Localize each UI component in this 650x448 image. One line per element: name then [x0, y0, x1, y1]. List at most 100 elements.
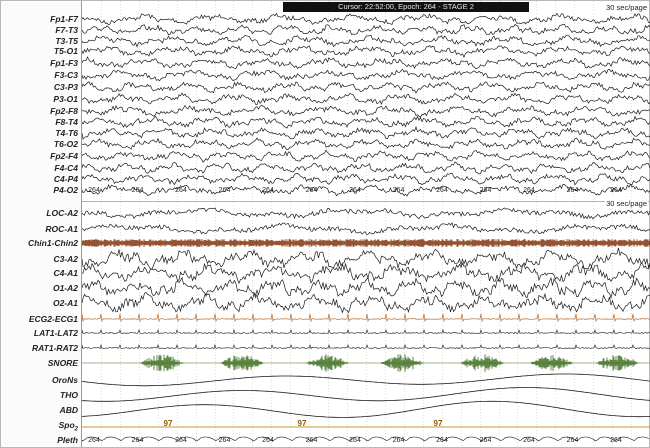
epoch-marker: 264: [305, 187, 318, 194]
eeg-trace: [82, 291, 650, 314]
eeg-trace: [82, 276, 650, 300]
channel-label-text: ABD: [59, 405, 78, 415]
spo2-value: 97: [163, 419, 173, 428]
channel-label-text: T4-T6: [55, 128, 78, 138]
channel-label-orons[interactable]: OroNs: [1, 375, 78, 385]
channel-label-ecg2-ecg1[interactable]: ECG2-ECG1: [1, 314, 78, 324]
channel-label-text: P4-O2: [53, 185, 78, 195]
chin-emg-trace: [82, 239, 650, 247]
spo2-value: 97: [433, 419, 443, 428]
channel-label-f3-c3[interactable]: F3-C3: [1, 70, 78, 80]
channel-label-abd[interactable]: ABD: [1, 405, 78, 415]
channel-label-t3-t5[interactable]: T3-T5: [1, 36, 78, 46]
epoch-marker: 264: [88, 187, 100, 194]
channel-label-roc-a1[interactable]: ROC-A1: [1, 224, 78, 234]
channel-label-t4-t6[interactable]: T4-T6: [1, 128, 78, 138]
channel-label-lat1-lat2[interactable]: LAT1-LAT2: [1, 328, 78, 338]
snore-burst: [140, 354, 184, 372]
eeg-trace: [82, 172, 650, 186]
snore-burst: [380, 354, 424, 372]
snore-burst: [595, 355, 639, 371]
eeg-trace: [82, 161, 650, 175]
channel-label-pleth[interactable]: Pleth: [1, 435, 78, 445]
respiratory-trace: [82, 387, 650, 402]
channel-label-text: C4-P4: [53, 174, 78, 184]
channel-label-text: Chin1-Chin2: [27, 238, 78, 248]
epoch-marker: 264: [610, 187, 622, 194]
channel-label-o1-a2[interactable]: O1-A2: [1, 283, 78, 293]
channel-label-c4-p4[interactable]: C4-P4: [1, 174, 78, 184]
channel-label-text: T3-T5: [55, 36, 78, 46]
channel-label-tho[interactable]: THO: [1, 390, 78, 400]
epoch-marker: 264: [175, 187, 187, 194]
trace-canvas: [82, 1, 650, 447]
channel-label-text: LAT1-LAT2: [33, 328, 78, 338]
channel-label-text: ROC-A1: [45, 224, 78, 234]
epoch-marker: 264: [479, 187, 492, 194]
channel-label-spo[interactable]: Spo2: [1, 420, 78, 435]
channel-label-fp2-f4[interactable]: Fp2-F4: [1, 151, 78, 161]
epoch-marker: 264: [175, 437, 187, 444]
eeg-trace: [82, 23, 650, 36]
channel-label-text: O2-A1: [52, 298, 78, 308]
channel-label-loc-a2[interactable]: LOC-A2: [1, 208, 78, 218]
cursor-status-bar: Cursor: 22:52:00, Epoch: 264 - STAGE 2: [283, 2, 529, 12]
epoch-marker: 264: [305, 437, 318, 444]
eeg-trace: [82, 125, 650, 140]
channel-label-f4-c4[interactable]: F4-C4: [1, 163, 78, 173]
channel-label-text: P3-O1: [53, 94, 78, 104]
epoch-marker: 264: [523, 187, 535, 194]
channel-label-chin1-chin2[interactable]: Chin1-Chin2: [1, 238, 78, 248]
channel-label-c3-a2[interactable]: C3-A2: [1, 254, 78, 264]
channel-label-o2-a1[interactable]: O2-A1: [1, 298, 78, 308]
channel-label-p3-o1[interactable]: P3-O1: [1, 94, 78, 104]
trace-area[interactable]: Cursor: 22:52:00, Epoch: 264 - STAGE 2 3…: [82, 1, 650, 447]
channel-label-text: T5-O1: [53, 46, 78, 56]
channel-label-c4-a1[interactable]: C4-A1: [1, 268, 78, 278]
channel-label-text: T6-O2: [53, 139, 78, 149]
page-scale-top[interactable]: 30 sec/page: [605, 3, 648, 12]
epoch-marker: 264: [349, 437, 361, 444]
epoch-marker: 264: [218, 187, 231, 194]
channel-label-c3-p3[interactable]: C3-P3: [1, 82, 78, 92]
channel-label-fp1-f7[interactable]: Fp1-F7: [1, 14, 78, 24]
page-scale-bottom[interactable]: 30 sec/page: [605, 199, 648, 208]
channel-label-text: RAT1-RAT2: [32, 343, 78, 353]
respiratory-trace: [82, 400, 650, 418]
channel-label-fp1-f3[interactable]: Fp1-F3: [1, 58, 78, 68]
epoch-marker: 264: [349, 187, 361, 194]
channel-label-snore[interactable]: SNORE: [1, 358, 78, 368]
channel-label-t6-o2[interactable]: T6-O2: [1, 139, 78, 149]
channel-label-text: Fp1-F7: [50, 14, 78, 24]
epoch-marker: 264: [218, 437, 231, 444]
eeg-trace: [82, 56, 650, 70]
channel-label-fp2-f8[interactable]: Fp2-F8: [1, 106, 78, 116]
channel-label-t5-o1[interactable]: T5-O1: [1, 46, 78, 56]
eeg-trace: [82, 81, 650, 94]
leg-emg-trace: [82, 328, 650, 335]
channel-label-text: C3-A2: [53, 254, 78, 264]
channel-label-text: Fp1-F3: [50, 58, 78, 68]
eeg-trace: [82, 104, 650, 118]
channel-label-text: F8-T4: [55, 117, 78, 127]
channel-label-f7-t3[interactable]: F7-T3: [1, 25, 78, 35]
respiratory-trace: [82, 373, 650, 387]
leg-emg-trace: [82, 343, 650, 350]
channel-label-p4-o2[interactable]: P4-O2: [1, 185, 78, 195]
channel-label-rat1-rat2[interactable]: RAT1-RAT2: [1, 343, 78, 353]
epoch-marker: 264: [479, 437, 492, 444]
psg-viewer: Fp1-F7 F7-T3 T3-T5 T5-O1 Fp1-F3 F3-C3 C3-P3 P3-…: [0, 0, 650, 448]
eeg-trace: [82, 149, 650, 163]
channel-label-text: SNORE: [47, 358, 78, 368]
epoch-marker: 264: [262, 437, 274, 444]
channel-label-text: OroNs: [52, 375, 78, 385]
epoch-marker: 264: [436, 187, 448, 194]
channel-label-column: Fp1-F7 F7-T3 T3-T5 T5-O1 Fp1-F3 F3-C3 C3-P3 P3-…: [1, 1, 82, 447]
channel-label-text: Fp2-F8: [50, 106, 78, 116]
epoch-marker: 264: [566, 437, 579, 444]
channel-label-text: F3-C3: [54, 70, 78, 80]
channel-label-f8-t4[interactable]: F8-T4: [1, 117, 78, 127]
eeg-trace: [82, 12, 650, 26]
eog-trace: [82, 207, 650, 220]
channel-label-text: F4-C4: [54, 163, 78, 173]
